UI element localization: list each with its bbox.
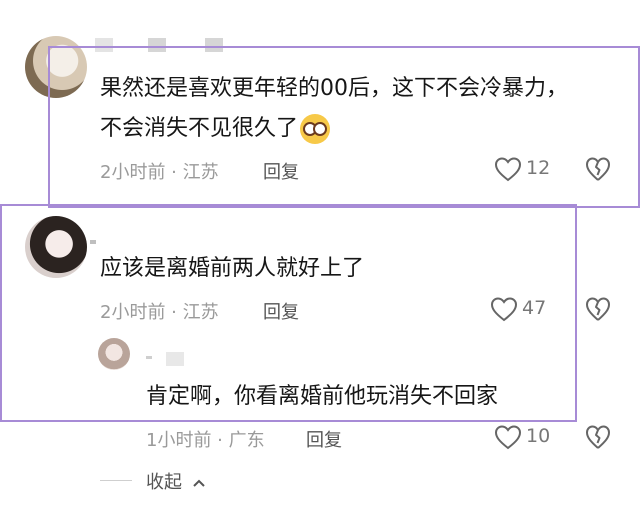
broken-heart-icon[interactable]: [585, 424, 611, 450]
chevron-up-icon: [193, 479, 205, 487]
collapse-label: 收起: [146, 472, 182, 493]
highlight-frame-2: [0, 204, 577, 422]
like-count: 10: [526, 425, 551, 447]
collapse-divider: [100, 480, 132, 481]
highlight-frame-1: [48, 46, 640, 208]
reply-meta: 1小时前 · 广东: [146, 430, 265, 451]
reply-button[interactable]: 回复: [306, 426, 342, 452]
heart-outline-icon[interactable]: [494, 424, 522, 450]
collapse-replies-button[interactable]: 收起: [146, 468, 206, 494]
broken-heart-icon[interactable]: [585, 296, 611, 322]
